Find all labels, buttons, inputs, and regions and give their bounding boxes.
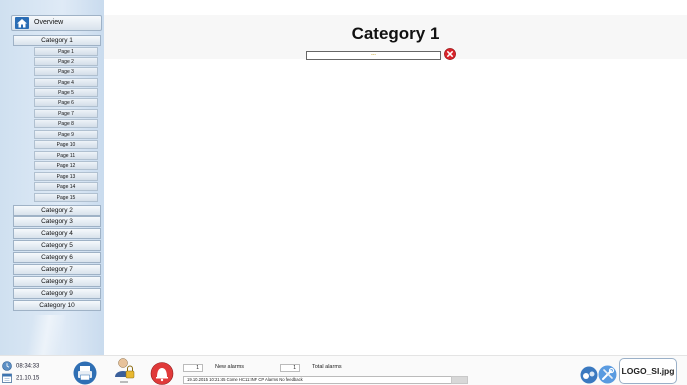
clear-filter-icon[interactable] <box>444 48 456 60</box>
sidebar-item-category-9[interactable]: Category 9 <box>13 288 101 299</box>
filter-input[interactable]: --- <box>306 51 441 60</box>
total-alarms-label: Total alarms <box>312 364 342 370</box>
time-display: 08:34:33 <box>2 361 39 372</box>
sidebar-item-page-7[interactable]: Page 7 <box>34 109 98 118</box>
sidebar-item-page-12[interactable]: Page 12 <box>34 161 98 170</box>
overview-label: Overview <box>34 19 64 26</box>
alarm-scrollbar[interactable] <box>451 376 468 384</box>
time-value: 08:34:33 <box>16 363 40 370</box>
sidebar-item-page-6[interactable]: Page 6 <box>34 98 98 107</box>
sidebar-item-category-10[interactable]: Category 10 <box>13 300 101 311</box>
tools-icon[interactable] <box>598 365 617 384</box>
print-icon[interactable] <box>73 361 97 385</box>
sidebar-item-category-5[interactable]: Category 5 <box>13 240 101 251</box>
sidebar-item-page-9[interactable]: Page 9 <box>34 130 98 139</box>
alarm-bell-icon[interactable] <box>150 362 174 385</box>
sidebar-item-page-4[interactable]: Page 4 <box>34 78 98 87</box>
sidebar-item-page-10[interactable]: Page 10 <box>34 140 98 149</box>
date-value: 21.10.15 <box>16 375 40 382</box>
sidebar-item-category-4[interactable]: Category 4 <box>13 228 101 239</box>
clock-icon <box>2 361 12 371</box>
sidebar-item-category-6[interactable]: Category 6 <box>13 252 101 263</box>
overview-button[interactable]: Overview <box>11 15 102 31</box>
sidebar: Overview Category 1 Page 1 Page 2 Page 3… <box>0 0 104 355</box>
page-title: Category 1 <box>351 24 440 43</box>
network-icon[interactable] <box>580 366 598 384</box>
sidebar-item-category-7[interactable]: Category 7 <box>13 264 101 275</box>
calendar-icon <box>2 373 12 383</box>
sidebar-item-category-8[interactable]: Category 8 <box>13 276 101 287</box>
sidebar-item-category-2[interactable]: Category 2 <box>13 205 101 216</box>
sidebar-item-category-1[interactable]: Category 1 <box>13 35 101 46</box>
date-display: 21.10.15 <box>2 373 39 384</box>
sidebar-item-page-15[interactable]: Page 15 <box>34 193 98 202</box>
sidebar-item-page-2[interactable]: Page 2 <box>34 57 98 66</box>
sidebar-item-category-3[interactable]: Category 3 <box>13 216 101 227</box>
sidebar-item-page-13[interactable]: Page 13 <box>34 172 98 181</box>
sidebar-item-page-14[interactable]: Page 14 <box>34 182 98 191</box>
sidebar-item-page-5[interactable]: Page 5 <box>34 88 98 97</box>
alarm-message[interactable]: 19.10.2015 10:21:45 Come HC11:INF CP Ala… <box>183 376 453 384</box>
user-login-icon[interactable] <box>114 357 136 385</box>
total-alarms-count: 1 <box>280 364 300 372</box>
sidebar-item-page-1[interactable]: Page 1 <box>34 47 98 56</box>
new-alarms-label: New alarms <box>215 364 245 370</box>
sidebar-item-page-3[interactable]: Page 3 <box>34 67 98 76</box>
new-alarms-count: 1 <box>183 364 203 372</box>
sidebar-item-page-8[interactable]: Page 8 <box>34 119 98 128</box>
home-icon <box>15 17 29 29</box>
logo: LOGO_SI.jpg <box>619 358 677 384</box>
sidebar-item-page-11[interactable]: Page 11 <box>34 151 98 160</box>
